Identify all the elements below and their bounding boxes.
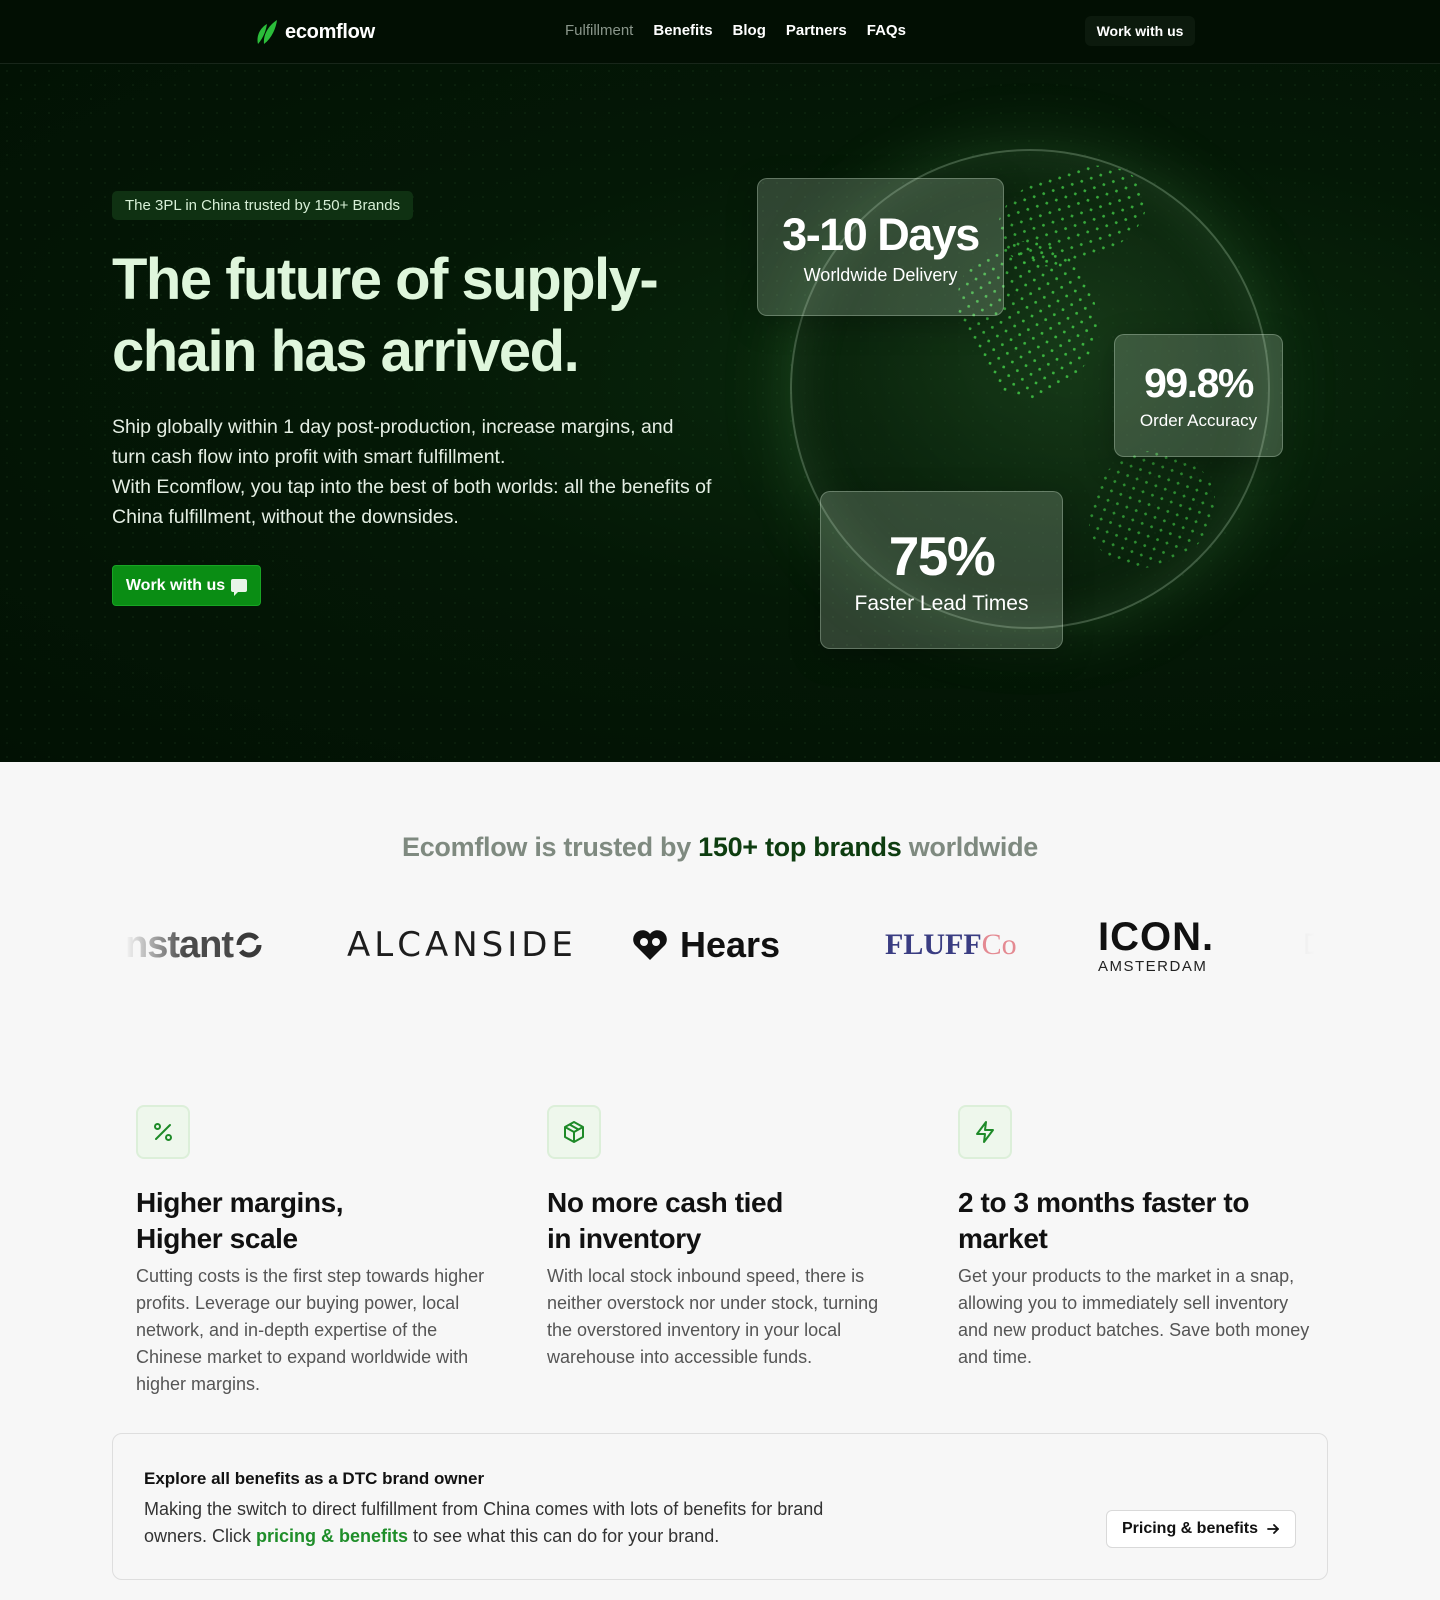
hero-title: The future of supply-chain has arrived. <box>112 247 659 384</box>
brand-hears-text: Hears <box>680 924 781 965</box>
nav-link-benefits[interactable]: Benefits <box>653 22 712 39</box>
benefits-card-text: Making the switch to direct fulfillment … <box>144 1496 844 1550</box>
nav-links: Fulfillment Benefits Blog Partners FAQs <box>565 22 906 39</box>
carousel-fade-left <box>125 905 185 985</box>
nav-link-fulfillment[interactable]: Fulfillment <box>565 22 633 39</box>
stat-card-delivery: 3-10 Days Worldwide Delivery <box>757 178 1004 316</box>
benefits-callout-card: Explore all benefits as a DTC brand owne… <box>112 1433 1328 1580</box>
hero-section: The 3PL in China trusted by 150+ Brands … <box>0 64 1440 762</box>
feature-title: No more cash tied in inventory <box>547 1187 783 1254</box>
stat-value: 75% <box>888 525 996 587</box>
feature-text: Get your products to the market in a sna… <box>958 1266 1310 1367</box>
stat-card-accuracy: 99.8% Order Accuracy <box>1114 334 1283 457</box>
stat-label: Order Accuracy <box>1139 411 1258 430</box>
instant-swirl-icon <box>236 932 262 958</box>
brand-logo-fluffco: FLUFF Co <box>885 905 1017 985</box>
brand-logo-carousel: nstant ALCANSIDE Hears FLUFFCo ICON. AMS… <box>125 905 1315 985</box>
nav-link-partners[interactable]: Partners <box>786 22 847 39</box>
feature-title: Higher margins, Higher scale <box>136 1187 344 1254</box>
hero-description-line-1: Ship globally within 1 day post-producti… <box>112 416 674 468</box>
hero-description-line-2: With Ecomflow, you tap into the best of … <box>112 476 712 528</box>
trusted-suffix: worldwide <box>908 832 1039 862</box>
pricing-benefits-link[interactable]: pricing & benefits <box>256 1526 408 1546</box>
feature-text: Cutting costs is the first step towards … <box>136 1266 485 1394</box>
brand-icon-text: ICON. <box>1098 914 1215 959</box>
stat-value: 3-10 Days <box>782 208 980 260</box>
hero-work-with-us-button[interactable]: Work with us <box>112 565 261 606</box>
stat-label: Faster Lead Times <box>854 592 1029 615</box>
feature-icon-box <box>547 1105 601 1159</box>
trusted-prefix: Ecomflow is trusted by <box>402 832 691 862</box>
carousel-fade-right <box>1255 905 1315 985</box>
logo-text: ecomflow <box>285 20 375 43</box>
brand-logo-alcanside: ALCANSIDE <box>347 925 577 965</box>
nav-work-with-us-button[interactable]: Work with us <box>1085 16 1195 46</box>
trusted-highlight: 150+ top brands <box>698 832 902 862</box>
feature-icon-box <box>958 1105 1012 1159</box>
logo[interactable]: ecomflow <box>255 18 375 46</box>
benefits-text-after: to see what this can do for your brand. <box>408 1526 720 1546</box>
hero-button-label: Work with us <box>125 576 226 594</box>
brand-logo-hears: Hears <box>630 905 780 985</box>
feature-text: With local stock inbound speed, there is… <box>547 1266 879 1367</box>
lightning-icon <box>976 1121 994 1143</box>
brand-logo-icon-amsterdam: ICON. AMSTERDAM <box>1098 905 1214 985</box>
feature-icon-box <box>136 1105 190 1159</box>
pricing-benefits-button[interactable]: Pricing & benefits <box>1106 1510 1296 1548</box>
brand-icon-subtext: AMSTERDAM <box>1098 957 1208 975</box>
trusted-by-heading: Ecomflow is trusted by 150+ top brands w… <box>0 832 1440 863</box>
hears-heart-icon <box>633 930 667 960</box>
feature-title: 2 to 3 months faster to market <box>958 1187 1250 1254</box>
brand-fluff-co: Co <box>981 928 1017 961</box>
nav-link-blog[interactable]: Blog <box>733 22 766 39</box>
benefits-card-title: Explore all benefits as a DTC brand owne… <box>144 1469 485 1488</box>
arrow-right-icon <box>1267 1524 1279 1534</box>
hero-description: Ship globally within 1 day post-producti… <box>112 412 712 532</box>
brand-fluff-text: FLUFF <box>885 928 982 961</box>
chat-bubble-icon <box>231 579 248 596</box>
stat-label: Worldwide Delivery <box>803 264 958 285</box>
pricing-benefits-button-label: Pricing & benefits <box>1121 1520 1259 1537</box>
feature-faster-to-market: 2 to 3 months faster to market Get your … <box>958 1105 1318 1371</box>
feature-no-cash-tied: No more cash tied in inventory With loca… <box>547 1105 907 1371</box>
leaf-logo-icon <box>257 20 277 44</box>
feature-higher-margins: Higher margins, Higher scale Cutting cos… <box>136 1105 496 1398</box>
percent-icon <box>154 1123 172 1141</box>
stat-card-lead-times: 75% Faster Lead Times <box>820 491 1063 649</box>
nav-link-faqs[interactable]: FAQs <box>867 22 906 39</box>
stat-value: 99.8% <box>1144 360 1254 406</box>
box-icon <box>564 1121 584 1143</box>
hero-badge: The 3PL in China trusted by 150+ Brands <box>112 191 414 220</box>
top-nav: ecomflow Fulfillment Benefits Blog Partn… <box>0 0 1440 64</box>
